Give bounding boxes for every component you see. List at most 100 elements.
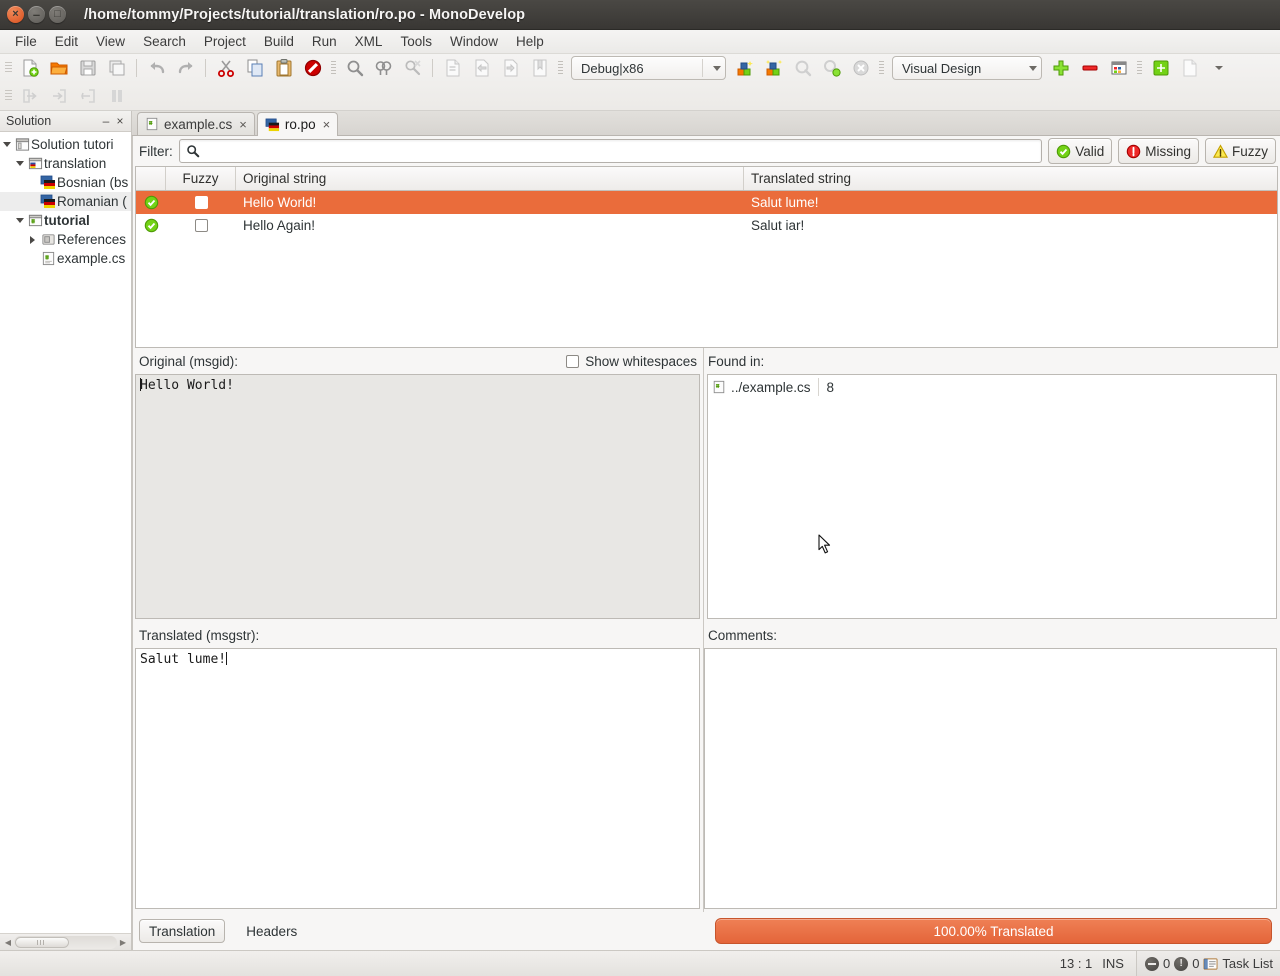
tree-item-references[interactable]: References — [0, 230, 131, 249]
run-icon[interactable] — [788, 55, 817, 81]
clear-search-icon[interactable] — [398, 55, 427, 81]
menu-build[interactable]: Build — [255, 32, 303, 51]
cut-icon[interactable] — [211, 55, 240, 81]
view-mode-selector[interactable]: Visual Design — [892, 56, 1042, 80]
scrollbar-track[interactable] — [14, 935, 117, 949]
expander-open-icon[interactable] — [0, 142, 13, 147]
show-whitespaces-checkbox[interactable] — [566, 354, 580, 368]
filter-missing-button[interactable]: Missing — [1118, 138, 1199, 164]
configuration-selector[interactable]: Debug|x86 — [571, 56, 726, 80]
run-with-icon[interactable] — [817, 55, 846, 81]
menu-run[interactable]: Run — [303, 32, 346, 51]
toolbar-grip[interactable] — [4, 59, 13, 77]
expander-open-icon[interactable] — [13, 161, 26, 166]
undo-icon[interactable] — [142, 55, 171, 81]
menu-file[interactable]: File — [6, 32, 46, 51]
paste-icon[interactable] — [269, 55, 298, 81]
solution-horizontal-scrollbar[interactable]: ◀ ▶ — [0, 933, 131, 950]
show-whitespaces-toggle[interactable]: Show whitespaces — [566, 354, 697, 369]
translations-table[interactable]: Fuzzy Original string Translated string — [135, 166, 1278, 348]
menu-xml[interactable]: XML — [346, 32, 392, 51]
rebuild-icon[interactable] — [759, 55, 788, 81]
tree-item-tutorial[interactable]: tutorial — [0, 211, 131, 230]
column-header-fuzzy[interactable]: Fuzzy — [166, 167, 236, 190]
row-fuzzy-checkbox[interactable] — [166, 191, 236, 214]
tab-ro-po[interactable]: ro.po × — [256, 112, 339, 136]
minimize-pad-icon[interactable]: – — [99, 114, 113, 128]
step-out-icon[interactable] — [15, 83, 44, 109]
find-icon[interactable] — [340, 55, 369, 81]
uncomment-icon[interactable] — [467, 55, 496, 81]
stop-icon[interactable] — [298, 55, 327, 81]
build-icon[interactable] — [730, 55, 759, 81]
step-into-icon[interactable] — [73, 83, 102, 109]
find-replace-icon[interactable] — [369, 55, 398, 81]
found-in-list[interactable]: ../example.cs 8 — [707, 374, 1277, 619]
indent-icon[interactable] — [496, 55, 525, 81]
open-file-icon[interactable] — [44, 55, 73, 81]
overflow-arrow-icon[interactable] — [1204, 55, 1233, 81]
original-msgid-textarea[interactable]: Hello World! — [135, 374, 700, 619]
filter-valid-button[interactable]: Valid — [1048, 138, 1113, 164]
document-outline-icon[interactable] — [1175, 55, 1204, 81]
close-window-button[interactable]: × — [7, 6, 24, 23]
save-all-icon[interactable] — [102, 55, 131, 81]
solution-tree[interactable]: Solution tutori translation Bosnian (bs — [0, 132, 131, 933]
pause-icon[interactable] — [102, 83, 131, 109]
remove-icon[interactable] — [1075, 55, 1104, 81]
menu-tools[interactable]: Tools — [391, 32, 441, 51]
column-header-translated[interactable]: Translated string — [744, 167, 1277, 190]
table-row[interactable]: Hello Again! Salut iar! — [136, 214, 1277, 237]
row-fuzzy-checkbox[interactable] — [166, 214, 236, 237]
stop-debug-icon[interactable] — [846, 55, 875, 81]
maximize-window-button[interactable]: □ — [49, 6, 66, 23]
tree-item-translation[interactable]: translation — [0, 154, 131, 173]
tab-headers[interactable]: Headers — [237, 919, 306, 943]
scroll-left-icon[interactable]: ◀ — [2, 938, 14, 947]
redo-icon[interactable] — [171, 55, 200, 81]
tree-item-example-cs[interactable]: example.cs — [0, 249, 131, 268]
tree-item-romanian[interactable]: Romanian ( — [0, 192, 131, 211]
comments-textarea[interactable] — [704, 648, 1277, 909]
scroll-right-icon[interactable]: ▶ — [117, 938, 129, 947]
comment-icon[interactable] — [438, 55, 467, 81]
maximize-icon: □ — [54, 8, 61, 20]
bookmark-icon[interactable] — [525, 55, 554, 81]
column-header-original[interactable]: Original string — [236, 167, 744, 190]
close-tab-icon[interactable]: × — [323, 117, 331, 132]
column-header-status[interactable] — [136, 167, 166, 190]
add-icon[interactable] — [1046, 55, 1075, 81]
menu-search[interactable]: Search — [134, 32, 195, 51]
scrollbar-thumb[interactable] — [15, 936, 69, 948]
expander-closed-icon[interactable] — [26, 235, 39, 244]
new-file-icon[interactable] — [15, 55, 44, 81]
translated-msgstr-textarea[interactable]: Salut lume! — [135, 648, 700, 909]
tree-item-solution[interactable]: Solution tutori — [0, 135, 131, 154]
close-pad-icon[interactable]: × — [113, 114, 127, 128]
toolbar-dots — [1136, 58, 1143, 78]
table-row[interactable]: Hello World! Salut lume! — [136, 191, 1277, 214]
filter-fuzzy-button[interactable]: Fuzzy — [1204, 138, 1276, 164]
menu-edit[interactable]: Edit — [46, 32, 87, 51]
search-box[interactable] — [178, 139, 1043, 163]
menu-window[interactable]: Window — [441, 32, 507, 51]
task-list-button[interactable]: 0 ! 0 Task List — [1135, 950, 1280, 976]
expander-open-icon[interactable] — [13, 218, 26, 223]
tree-item-bosnian[interactable]: Bosnian (bs — [0, 173, 131, 192]
properties-icon[interactable] — [1146, 55, 1175, 81]
search-input[interactable] — [204, 142, 1036, 160]
menu-project[interactable]: Project — [195, 32, 255, 51]
close-tab-icon[interactable]: × — [239, 117, 247, 132]
tab-example-cs[interactable]: example.cs × — [137, 112, 255, 135]
tab-translation[interactable]: Translation — [139, 919, 226, 943]
step-over-icon[interactable] — [44, 83, 73, 109]
toolbar-grip[interactable] — [4, 87, 13, 105]
translated-pane-header: Translated (msgstr): — [135, 622, 703, 648]
list-item[interactable]: ../example.cs 8 — [708, 377, 1276, 397]
save-icon[interactable] — [73, 55, 102, 81]
menu-view[interactable]: View — [87, 32, 134, 51]
minimize-window-button[interactable]: – — [28, 6, 45, 23]
grid-icon[interactable] — [1104, 55, 1133, 81]
copy-icon[interactable] — [240, 55, 269, 81]
menu-help[interactable]: Help — [507, 32, 553, 51]
